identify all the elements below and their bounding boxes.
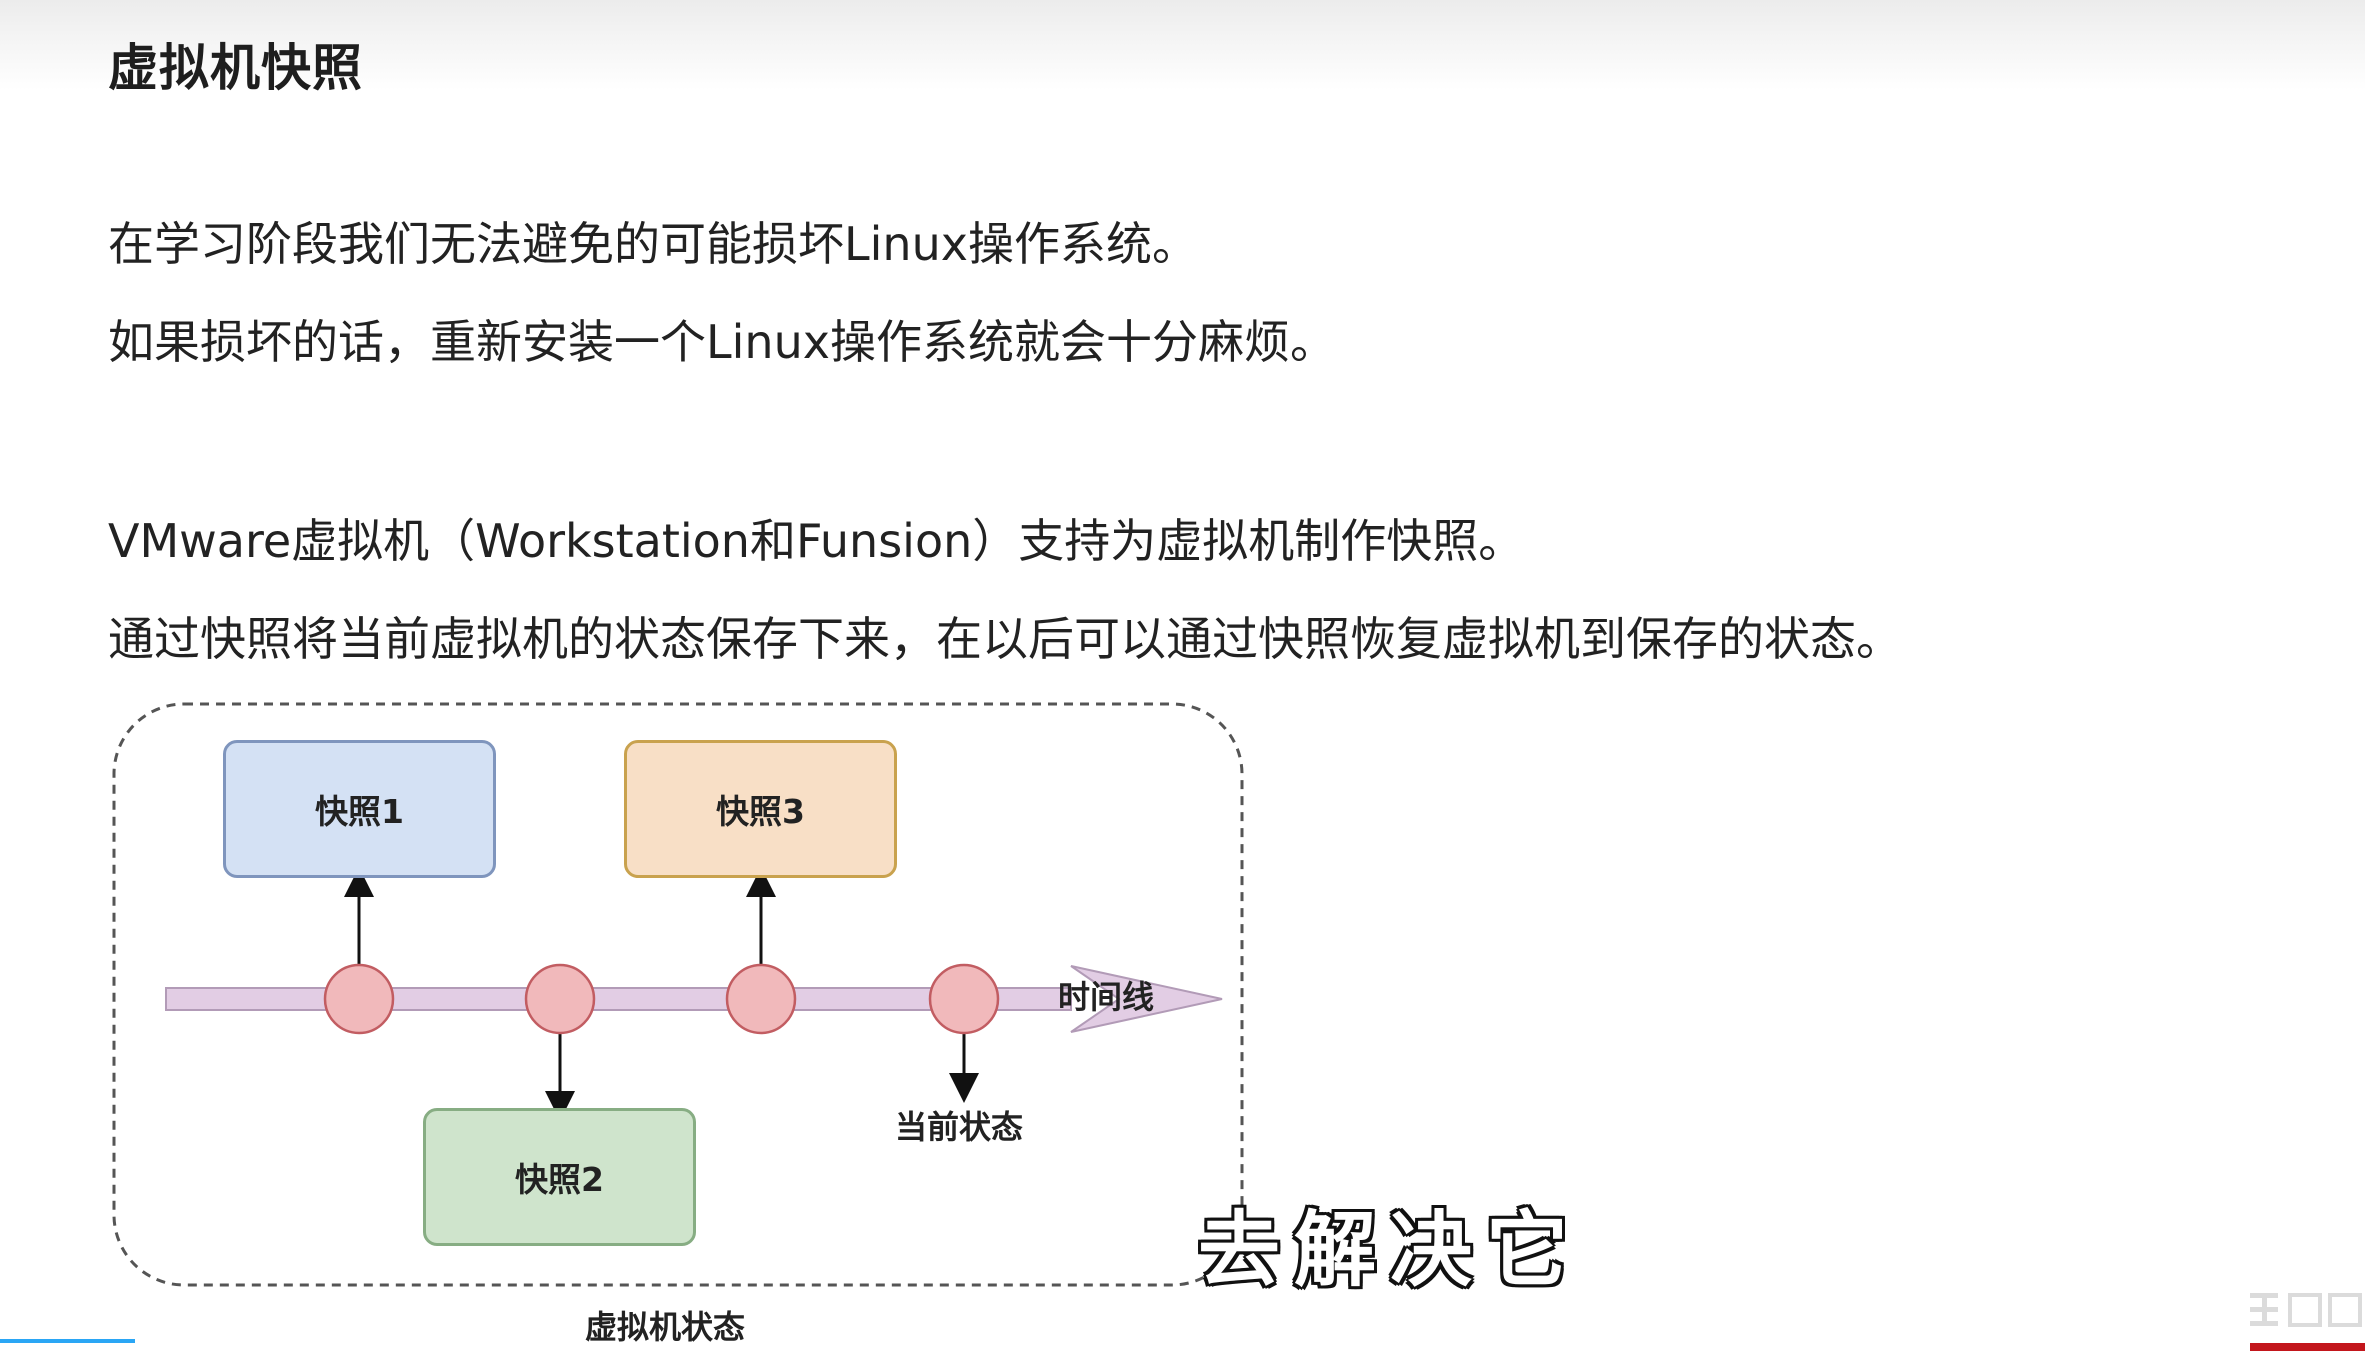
- snapshot-2-box: 快照2: [423, 1108, 696, 1246]
- timeline-node-1: [323, 963, 395, 1035]
- snapshot-3-box: 快照3: [624, 740, 897, 878]
- timeline-label: 时间线: [1058, 978, 1155, 1016]
- snapshot-diagram: 快照1 快照3 快照2 时间线 当前状态 虚拟机状态: [100, 690, 1260, 1350]
- current-state-label: 当前状态: [895, 1108, 1024, 1146]
- page-title: 虚拟机快照: [108, 39, 363, 97]
- snapshot-1-box: 快照1: [223, 740, 496, 878]
- corner-accent-bar: [2250, 1343, 2365, 1351]
- paragraph-4: 通过快照将当前虚拟机的状态保存下来，在以后可以通过快照恢复虚拟机到保存的状态。: [108, 612, 1902, 666]
- video-progress-bar[interactable]: [0, 1339, 135, 1343]
- video-subtitle: 去解决它: [1198, 1203, 1583, 1298]
- paragraph-3: VMware虚拟机（Workstation和Funsion）支持为虚拟机制作快照…: [108, 514, 1525, 568]
- paragraph-1: 在学习阶段我们无法避免的可能损坏Linux操作系统。: [108, 217, 1198, 271]
- watermark-logo-icon: [2250, 1293, 2362, 1327]
- timeline-node-4: [928, 963, 1000, 1035]
- timeline-node-3: [725, 963, 797, 1035]
- vm-state-label: 虚拟机状态: [585, 1308, 746, 1346]
- timeline-node-2: [524, 963, 596, 1035]
- paragraph-2: 如果损坏的话，重新安装一个Linux操作系统就会十分麻烦。: [108, 315, 1336, 369]
